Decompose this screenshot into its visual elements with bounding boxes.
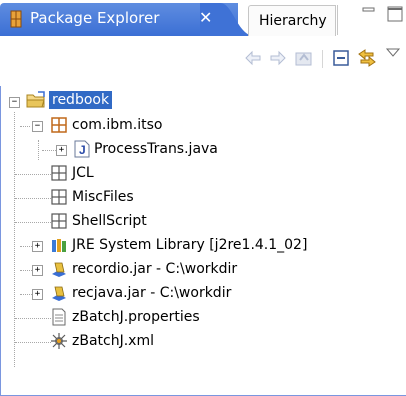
xml-file-icon bbox=[51, 333, 67, 349]
tree-item-xml[interactable]: zBatchJ.xml bbox=[72, 333, 154, 349]
svg-text:J: J bbox=[79, 143, 86, 157]
view-toolbar bbox=[0, 36, 406, 86]
tree-line bbox=[42, 150, 56, 151]
source-folder-icon bbox=[51, 213, 67, 229]
tree-line bbox=[20, 270, 32, 271]
tree-item-jcl[interactable]: JCL bbox=[72, 165, 94, 181]
tree-item-miscfiles[interactable]: MiscFiles bbox=[72, 189, 134, 205]
tree-item-jre-library[interactable]: JRE System Library [j2re1.4.1_02] bbox=[72, 237, 307, 253]
tree-line bbox=[20, 294, 32, 295]
properties-file-icon bbox=[52, 308, 66, 326]
tree-item-package[interactable]: com.ibm.itso bbox=[72, 117, 162, 133]
tree-line bbox=[15, 318, 51, 319]
tree-line bbox=[15, 174, 51, 175]
back-arrow-icon[interactable] bbox=[244, 50, 262, 66]
expand-icon[interactable]: + bbox=[32, 241, 43, 252]
package-explorer-icon bbox=[10, 10, 22, 28]
tab-strip: Package Explorer ✕ Hierarchy bbox=[0, 0, 406, 37]
tree-item-properties[interactable]: zBatchJ.properties bbox=[72, 309, 200, 325]
collapse-icon[interactable]: − bbox=[32, 121, 43, 132]
tab-separator bbox=[337, 5, 338, 35]
source-folder-icon bbox=[51, 165, 67, 181]
tab-package-explorer-label: Package Explorer bbox=[30, 9, 160, 27]
tree-line bbox=[38, 140, 39, 160]
tree-line bbox=[15, 342, 51, 343]
tree-item-recjava-jar[interactable]: recjava.jar - C:\workdir bbox=[72, 285, 231, 301]
close-icon[interactable]: ✕ bbox=[199, 8, 212, 27]
source-folder-icon bbox=[51, 189, 67, 205]
minimize-icon[interactable] bbox=[362, 6, 376, 18]
tree-item-recordio-jar[interactable]: recordio.jar - C:\workdir bbox=[72, 261, 237, 277]
tab-hierarchy-label: Hierarchy bbox=[259, 13, 327, 29]
library-icon bbox=[52, 239, 66, 252]
forward-arrow-icon[interactable] bbox=[269, 50, 287, 66]
link-with-editor-icon[interactable] bbox=[356, 48, 378, 68]
package-icon bbox=[51, 117, 67, 133]
expand-icon[interactable]: + bbox=[32, 265, 43, 276]
project-folder-icon bbox=[26, 91, 45, 108]
tree-item-redbook[interactable]: redbook bbox=[49, 91, 113, 109]
tree-line bbox=[20, 246, 32, 247]
collapse-all-icon[interactable] bbox=[331, 48, 351, 68]
tree-item-shellscript[interactable]: ShellScript bbox=[72, 213, 147, 229]
tree-line bbox=[14, 112, 15, 367]
tree-item-java-file[interactable]: ProcessTrans.java bbox=[94, 141, 218, 157]
expand-icon[interactable]: + bbox=[32, 289, 43, 300]
view-menu-icon[interactable] bbox=[386, 48, 400, 58]
tree-line bbox=[15, 198, 51, 199]
toolbar-separator bbox=[322, 50, 323, 68]
go-up-icon[interactable] bbox=[294, 48, 314, 68]
maximize-icon[interactable] bbox=[386, 5, 406, 25]
java-file-icon: J bbox=[74, 140, 90, 158]
tree-line bbox=[20, 126, 30, 127]
expand-icon[interactable]: + bbox=[56, 145, 67, 156]
jar-icon bbox=[52, 286, 66, 301]
tab-hierarchy[interactable]: Hierarchy bbox=[248, 5, 336, 36]
collapse-icon[interactable]: − bbox=[9, 97, 20, 108]
tree-line bbox=[15, 222, 51, 223]
jar-icon bbox=[52, 262, 66, 277]
